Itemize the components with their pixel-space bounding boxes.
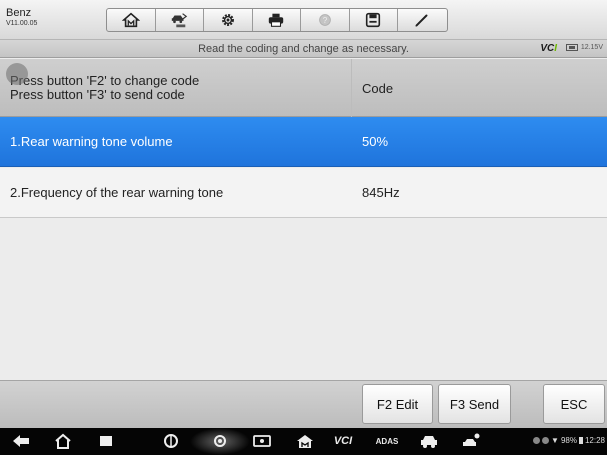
notification-icon bbox=[533, 437, 541, 444]
esc-button[interactable]: ESC bbox=[543, 384, 605, 424]
car-swap-icon bbox=[172, 13, 188, 28]
f3-send-button[interactable]: F3 Send bbox=[438, 384, 511, 424]
back-button[interactable] bbox=[10, 432, 32, 450]
home-outline-icon bbox=[55, 433, 71, 449]
app-status-icon bbox=[542, 437, 550, 444]
browser-icon bbox=[164, 434, 178, 448]
top-toolbar: Benz V11.00.05 ? bbox=[0, 0, 607, 40]
save-icon bbox=[366, 12, 381, 28]
floating-assist-icon[interactable] bbox=[6, 63, 28, 85]
system-status-area: ▼ 98% 12:28 bbox=[533, 436, 605, 445]
instruction-text: Read the coding and change as necessary. bbox=[198, 43, 409, 55]
vci-shortcut-button[interactable]: VCI bbox=[328, 432, 358, 450]
column-divider bbox=[351, 59, 352, 117]
home-icon bbox=[121, 12, 140, 28]
row-name: 1.Rear warning tone volume bbox=[10, 134, 173, 149]
wifi-icon: ▼ bbox=[551, 436, 559, 445]
vehicle-swap-button[interactable] bbox=[156, 9, 204, 31]
battery-icon bbox=[565, 44, 578, 51]
display-icon bbox=[253, 435, 271, 447]
header-code-label: Code bbox=[362, 81, 394, 96]
print-button[interactable] bbox=[253, 9, 301, 31]
vci-shortcut-label: VCI bbox=[333, 435, 353, 447]
settings-button[interactable] bbox=[204, 9, 253, 31]
clock: 12:28 bbox=[584, 436, 605, 445]
empty-list-area bbox=[0, 220, 607, 380]
browser-button[interactable] bbox=[160, 432, 182, 450]
table-header-row: Press button 'F2' to change code Press b… bbox=[0, 59, 607, 117]
car-icon bbox=[421, 436, 437, 448]
display-button[interactable] bbox=[250, 432, 274, 450]
recent-apps-icon bbox=[100, 436, 112, 446]
vehicle-make: Benz bbox=[6, 7, 32, 19]
adas-shortcut-button[interactable]: ADAS bbox=[372, 432, 402, 450]
save-button[interactable] bbox=[350, 9, 398, 31]
help-icon: ? bbox=[318, 14, 331, 26]
remote-shortcut-button[interactable] bbox=[460, 432, 482, 450]
camera-button[interactable] bbox=[208, 432, 232, 450]
camera-icon bbox=[214, 435, 226, 447]
home-button[interactable] bbox=[107, 9, 156, 31]
instruction-line-f3: Press button 'F3' to send code bbox=[10, 87, 185, 102]
back-icon bbox=[13, 435, 29, 447]
voltage-indicator: 12.15V bbox=[565, 44, 603, 51]
gear-icon bbox=[221, 14, 234, 26]
software-version: V11.00.05 bbox=[6, 20, 38, 27]
row-name: 2.Frequency of the rear warning tone bbox=[10, 185, 224, 200]
help-button[interactable]: ? bbox=[301, 9, 350, 31]
battery-level-icon bbox=[578, 437, 583, 444]
maxi-home-icon bbox=[297, 435, 313, 448]
vci-status-label: VCI bbox=[540, 43, 557, 54]
header-instructions: Press button 'F2' to change code Press b… bbox=[10, 74, 199, 102]
svg-text:?: ? bbox=[323, 16, 328, 25]
function-button-bar: F2 Edit F3 Send ESC bbox=[0, 380, 607, 428]
android-home-button[interactable] bbox=[52, 432, 74, 450]
table-row[interactable]: 2.Frequency of the rear warning tone 845… bbox=[0, 168, 607, 218]
system-nav-bar: VCI ADAS ▼ 98% 12:28 bbox=[0, 428, 607, 455]
f2-edit-button[interactable]: F2 Edit bbox=[362, 384, 433, 424]
pencil-icon bbox=[415, 14, 428, 27]
voltage-value: 12.15V bbox=[580, 44, 603, 51]
toolbar-button-group: ? bbox=[106, 8, 448, 32]
battery-percent: 98% bbox=[560, 436, 577, 445]
recent-apps-button[interactable] bbox=[95, 432, 117, 450]
vehicle-info: Benz V11.00.05 bbox=[6, 7, 37, 29]
instruction-line-f2: Press button 'F2' to change code bbox=[10, 73, 200, 88]
table-row[interactable]: 1.Rear warning tone volume 50% bbox=[0, 117, 607, 167]
adas-shortcut-label: ADAS bbox=[375, 436, 399, 446]
edit-button[interactable] bbox=[398, 9, 447, 31]
info-strip: Read the coding and change as necessary.… bbox=[0, 40, 607, 58]
printer-icon bbox=[269, 13, 284, 27]
maxisys-home-button[interactable] bbox=[294, 432, 316, 450]
vehicle-shortcut-button[interactable] bbox=[418, 432, 440, 450]
row-value: 50% bbox=[362, 134, 389, 149]
row-value: 845Hz bbox=[362, 185, 400, 200]
remote-car-icon bbox=[463, 433, 480, 446]
